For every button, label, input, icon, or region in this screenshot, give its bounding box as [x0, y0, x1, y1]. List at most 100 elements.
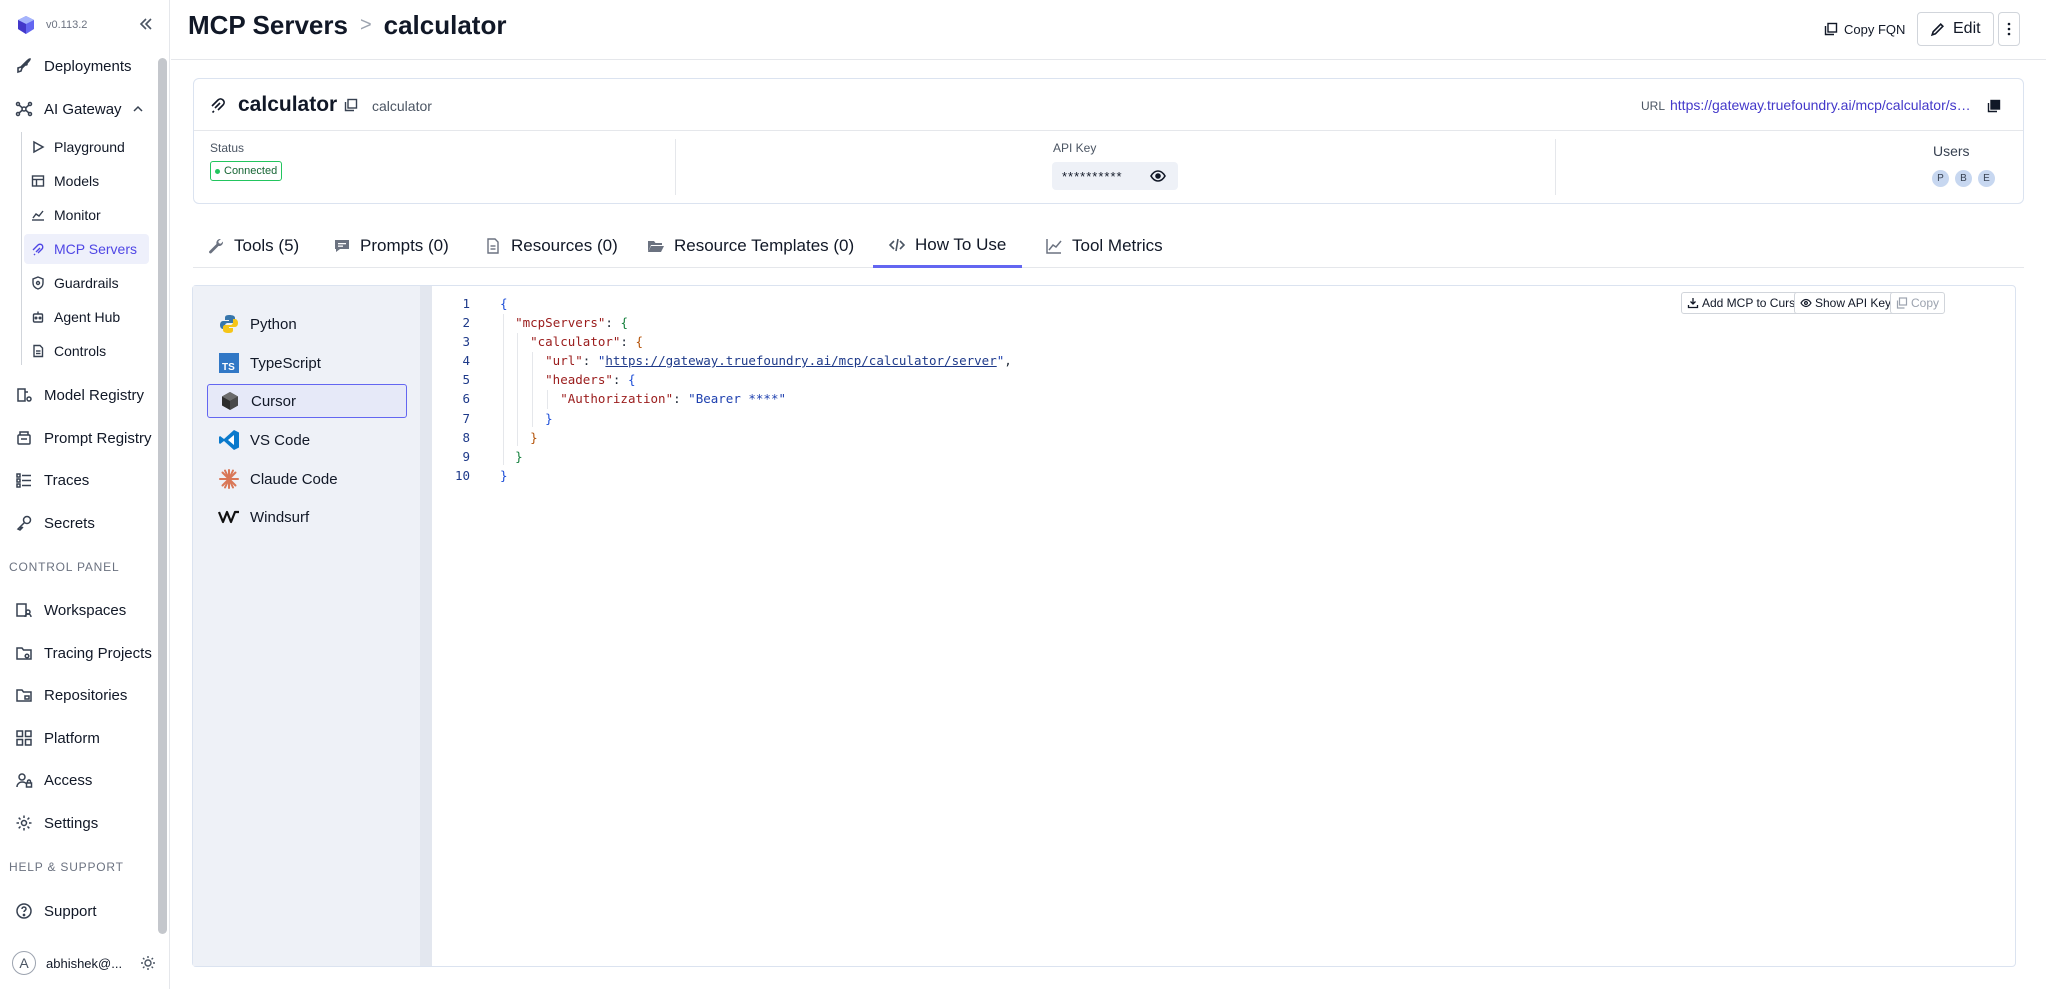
code-url-link[interactable]: https://gateway.truefoundry.ai/mcp/calcu… [605, 353, 996, 368]
eye-icon [1800, 297, 1812, 309]
sidebar-item-playground[interactable]: Playground [24, 132, 149, 162]
tab-how-to-use[interactable]: How To Use [873, 224, 1022, 268]
sidebar-item-platform[interactable]: Platform [14, 723, 154, 753]
sidebar-item-prompt-registry[interactable]: Prompt Registry [14, 423, 154, 453]
lang-cursor[interactable]: Cursor [207, 384, 407, 418]
copy-fqn-button[interactable]: Copy FQN [1824, 12, 1905, 46]
avatar[interactable]: A [12, 951, 36, 975]
collapse-sidebar-icon[interactable] [137, 15, 155, 33]
sidebar-item-label: Workspaces [44, 602, 126, 619]
divider [1555, 139, 1556, 195]
avatar[interactable]: P [1931, 169, 1950, 188]
copy-code-button[interactable]: Copy [1890, 292, 1945, 314]
control-panel-heading: CONTROL PANEL [9, 560, 119, 574]
avatar[interactable]: B [1954, 169, 1973, 188]
lang-windsurf[interactable]: Windsurf [207, 500, 407, 534]
sidebar-item-controls[interactable]: Controls [24, 336, 149, 366]
tab-resources[interactable]: Resources (0) [484, 224, 618, 268]
network-icon [14, 99, 34, 119]
tab-tool-metrics[interactable]: Tool Metrics [1045, 224, 1163, 268]
code-line: "mcpServers": { [500, 315, 628, 330]
tab-label: Resources (0) [511, 236, 618, 256]
sidebar-item-mcp-servers[interactable]: MCP Servers [24, 234, 149, 264]
chart-icon [30, 207, 46, 223]
mcp-icon [30, 241, 46, 257]
copy-url-icon[interactable] [1987, 99, 2001, 113]
add-mcp-to-cursor-button[interactable]: Add MCP to Cursor [1681, 292, 1812, 314]
typescript-icon: TS [218, 352, 240, 374]
sidebar-item-ai-gateway[interactable]: AI Gateway [14, 94, 154, 124]
sidebar-item-tracing-projects[interactable]: Tracing Projects [14, 638, 154, 668]
sidebar-item-models[interactable]: Models [24, 166, 149, 196]
tab-resource-templates[interactable]: Resource Templates (0) [647, 224, 854, 268]
edit-button[interactable]: Edit [1917, 12, 1994, 46]
line-number: 5 [432, 372, 470, 387]
document-icon [30, 343, 46, 359]
line-number: 3 [432, 334, 470, 349]
sidebar-item-model-registry[interactable]: Model Registry [14, 380, 154, 410]
copy-icon[interactable] [344, 98, 358, 112]
sidebar-item-label: Monitor [54, 207, 101, 223]
sidebar-item-workspaces[interactable]: Workspaces [14, 595, 154, 625]
sidebar-item-monitor[interactable]: Monitor [24, 200, 149, 230]
lang-vs-code[interactable]: VS Code [207, 423, 407, 457]
user-name: abhishek@... [46, 956, 122, 971]
sidebar-item-label: Model Registry [44, 387, 144, 404]
lang-python[interactable]: Python [207, 307, 407, 341]
tab-prompts[interactable]: Prompts (0) [333, 224, 449, 268]
code-editor[interactable]: 1 2 3 4 5 6 7 8 9 10 { "mcpServers": { "… [432, 286, 2015, 966]
sidebar-item-label: Repositories [44, 687, 127, 704]
edit-label: Edit [1953, 20, 1981, 38]
lang-claude-code[interactable]: Claude Code [207, 462, 407, 496]
truefoundry-logo[interactable] [16, 15, 36, 35]
sidebar-scrollbar[interactable] [158, 58, 167, 934]
eye-icon[interactable] [1150, 168, 1166, 184]
chevron-up-icon[interactable] [132, 103, 144, 115]
avatar[interactable]: E [1977, 169, 1996, 188]
sidebar-item-label: AI Gateway [44, 101, 122, 118]
code-line: "headers": { [500, 372, 635, 387]
line-chart-icon [1045, 237, 1063, 255]
sidebar-item-agent-hub[interactable]: Agent Hub [24, 302, 149, 332]
server-url-link[interactable]: https://gateway.truefoundry.ai/mcp/calcu… [1670, 97, 1978, 113]
code-line: "calculator": { [500, 334, 643, 349]
sidebar-item-label: Platform [44, 730, 100, 747]
server-slug: calculator [372, 98, 432, 114]
sidebar-item-support[interactable]: Support [14, 896, 154, 926]
registry-icon [14, 385, 34, 405]
chat-icon [333, 237, 351, 255]
show-api-key-button[interactable]: Show API Key [1794, 292, 1897, 314]
sidebar-item-label: Access [44, 772, 92, 789]
sidebar-item-label: Guardrails [54, 275, 119, 291]
lang-label: Windsurf [250, 509, 309, 526]
status-label: Status [210, 141, 244, 155]
shield-icon [30, 275, 46, 291]
line-number: 6 [432, 391, 470, 406]
sidebar-item-deployments[interactable]: Deployments [14, 51, 154, 81]
lang-typescript[interactable]: TS TypeScript [207, 346, 407, 380]
robot-icon [30, 309, 46, 325]
more-options-button[interactable] [1998, 12, 2020, 46]
divider [675, 139, 676, 195]
sidebar-item-settings[interactable]: Settings [14, 808, 154, 838]
lang-label: Claude Code [250, 471, 338, 488]
sidebar-item-secrets[interactable]: Secrets [14, 508, 154, 538]
breadcrumb-current: calculator [384, 10, 507, 41]
sidebar-item-traces[interactable]: Traces [14, 465, 154, 495]
sidebar-item-repositories[interactable]: Repositories [14, 680, 154, 710]
tab-tools[interactable]: Tools (5) [207, 224, 299, 268]
breadcrumb-parent[interactable]: MCP Servers [188, 10, 348, 41]
language-list-scrollbar[interactable] [420, 286, 432, 966]
sidebar-item-guardrails[interactable]: Guardrails [24, 268, 149, 298]
sidebar-item-access[interactable]: Access [14, 765, 154, 795]
theme-toggle-icon[interactable] [140, 955, 156, 971]
file-icon [484, 237, 502, 255]
vscode-icon [218, 429, 240, 451]
folder-icon [14, 643, 34, 663]
tab-label: Tool Metrics [1072, 236, 1163, 256]
mcp-icon [210, 96, 228, 114]
how-to-use-panel: Python TS TypeScript Cursor VS Code Clau… [192, 285, 2016, 967]
table-icon [30, 173, 46, 189]
show-api-key-label: Show API Key [1815, 296, 1891, 310]
user-menu[interactable]: A abhishek@... [0, 945, 170, 981]
